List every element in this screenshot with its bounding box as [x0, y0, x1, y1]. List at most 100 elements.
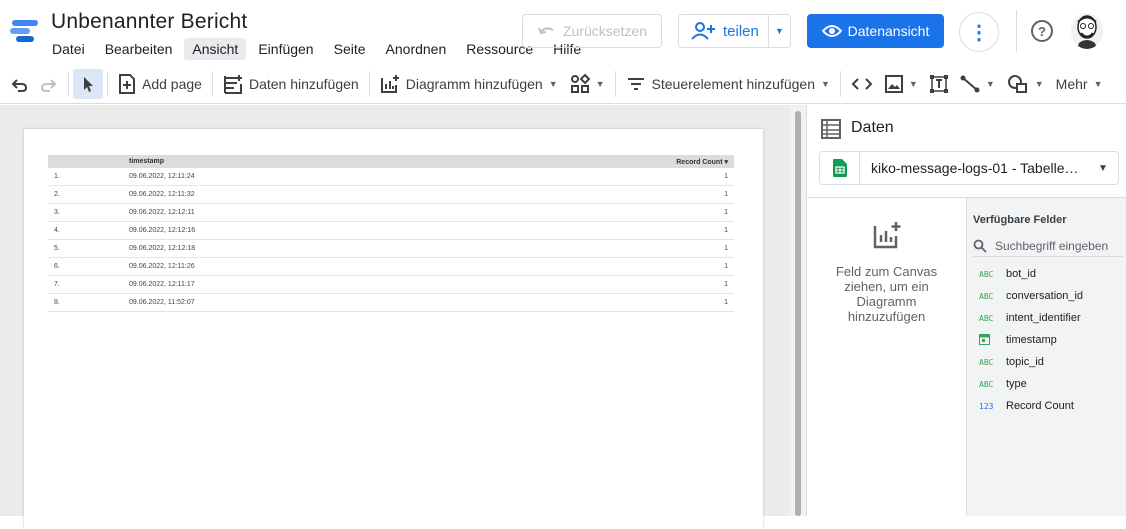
field-search-input[interactable]: Suchbegriff eingeben [995, 239, 1108, 253]
record-count-cell: 1 [724, 191, 728, 198]
undo-icon [11, 78, 28, 92]
sheets-icon [820, 152, 860, 184]
add-page-button[interactable]: Add page [112, 69, 208, 99]
table-chart[interactable]: timestamp Record Count ▾ 1. 09.06.2022, 1… [48, 155, 734, 312]
panel-title: Daten [851, 119, 894, 136]
help-icon[interactable]: ? [1031, 20, 1053, 42]
select-tool-button[interactable] [73, 68, 103, 99]
text-type-icon: ABC [979, 269, 994, 279]
record-count-cell: 1 [724, 227, 728, 234]
row-number: 6. [54, 263, 60, 270]
report-page[interactable]: timestamp Record Count ▾ 1. 09.06.2022, 1… [24, 129, 763, 529]
timestamp-cell: 09.06.2022, 12:12:11 [129, 209, 195, 216]
redo-icon [40, 78, 57, 92]
line-button[interactable]: ▼ [954, 69, 1001, 99]
menu-einfuegen[interactable]: Einfügen [250, 38, 321, 60]
field-name: intent_identifier [1006, 312, 1081, 324]
fields-heading: Verfügbare Felder [973, 214, 1067, 226]
add-control-button[interactable]: Steuerelement hinzufügen ▼ [620, 69, 836, 99]
shape-button[interactable]: ▼ [1001, 69, 1050, 99]
view-mode-button[interactable]: Datenansicht [807, 14, 944, 48]
canvas-scrollbar[interactable] [790, 105, 806, 516]
timestamp-cell: 09.06.2022, 12:12:18 [129, 245, 196, 252]
components-button[interactable]: ▼ [564, 69, 611, 99]
add-person-icon [691, 22, 715, 40]
add-chart-icon [873, 222, 900, 249]
record-count-cell: 1 [724, 245, 728, 252]
share-button[interactable]: teilen [679, 15, 769, 47]
report-canvas: timestamp Record Count ▾ 1. 09.06.2022, 1… [0, 105, 790, 529]
more-options-button[interactable]: ⋮ [959, 12, 999, 52]
menu-seite[interactable]: Seite [326, 38, 374, 60]
add-chart-button[interactable]: Diagramm hinzufügen ▼ [374, 69, 564, 99]
redo-button[interactable] [34, 69, 64, 99]
avatar[interactable] [1071, 13, 1103, 49]
add-data-label: Daten hinzufügen [248, 75, 359, 92]
field-item[interactable]: ABC topic_id [979, 351, 1124, 373]
record-count-column-header[interactable]: Record Count ▾ [654, 158, 734, 166]
menu-ansicht[interactable]: Ansicht [184, 38, 247, 60]
reset-label: Zurücksetzen [562, 23, 648, 39]
row-number: 8. [54, 299, 60, 306]
field-item[interactable]: 123 Record Count [979, 395, 1124, 417]
row-number: 7. [54, 281, 60, 288]
table-row: 6. 09.06.2022, 12:11:26 1 [48, 258, 734, 276]
add-data-button[interactable]: Daten hinzufügen [217, 69, 365, 99]
image-button[interactable]: ▼ [879, 69, 924, 99]
record-count-header-label: Record Count [676, 158, 723, 166]
timestamp-cell: 09.06.2022, 12:11:32 [129, 191, 195, 198]
timestamp-cell: 09.06.2022, 12:11:26 [129, 263, 195, 270]
report-title[interactable]: Unbenannter Bericht [51, 10, 247, 34]
add-chart-icon [380, 74, 399, 93]
pointer-icon [84, 76, 93, 92]
caret-down-icon: ▼ [595, 78, 605, 89]
scrollbar-thumb[interactable] [795, 111, 801, 516]
text-type-icon: ABC [979, 357, 994, 367]
edit-toolbar: Add page Daten hinzufügen Diagramm hinzu… [0, 64, 1126, 104]
text-type-icon: ABC [979, 313, 994, 323]
add-page-label: Add page [142, 75, 202, 92]
timestamp-column-header[interactable]: timestamp [129, 158, 654, 165]
toolbar-divider [68, 70, 69, 97]
embed-code-button[interactable] [845, 69, 879, 99]
record-count-cell: 1 [724, 173, 728, 180]
timestamp-cell: 09.06.2022, 12:11:17 [129, 281, 195, 288]
looker-studio-logo[interactable] [10, 16, 40, 46]
menu-datei[interactable]: Datei [44, 38, 93, 60]
field-search[interactable]: Suchbegriff eingeben [973, 235, 1123, 257]
field-item[interactable]: ABC bot_id [979, 263, 1124, 285]
more-tools-button[interactable]: Mehr ▼ [1050, 69, 1109, 99]
eye-icon [821, 25, 842, 37]
menu-anordnen[interactable]: Anordnen [378, 38, 455, 60]
chart-dropzone[interactable]: Feld zum Canvas ziehen, um ein Diagramm … [807, 198, 966, 516]
caret-down-icon: ▼ [1034, 78, 1044, 89]
share-button-group: teilen ▼ [678, 14, 791, 48]
table-header: timestamp Record Count ▾ [48, 155, 734, 168]
field-item[interactable]: ABC type [979, 373, 1124, 395]
add-chart-label: Diagramm hinzufügen [405, 75, 543, 92]
menu-bearbeiten[interactable]: Bearbeiten [97, 38, 181, 60]
row-number: 2. [54, 191, 60, 198]
add-data-icon [223, 74, 242, 94]
toolbar-divider [211, 70, 213, 97]
dropzone-hint: Feld zum Canvas ziehen, um ein Diagramm … [835, 264, 938, 324]
field-list: ABC bot_id ABC conversation_id ABC intent_i… [979, 263, 1124, 417]
text-type-icon: ABC [979, 379, 994, 389]
undo-button[interactable] [4, 69, 34, 99]
field-item[interactable]: timestamp [979, 329, 1124, 351]
data-panel: Daten kiko-message-logs-01 - Tabelle… ▼ … [806, 105, 1126, 516]
datasource-selector[interactable]: kiko-message-logs-01 - Tabelle… ▼ [819, 151, 1119, 185]
add-page-icon [119, 73, 135, 94]
line-icon [960, 75, 980, 92]
sort-desc-icon: ▾ [724, 158, 728, 166]
caret-down-icon: ▼ [1093, 78, 1103, 89]
field-item[interactable]: ABC intent_identifier [979, 307, 1124, 329]
text-box-button[interactable] [924, 69, 954, 99]
share-dropdown-button[interactable]: ▼ [769, 26, 790, 36]
field-name: Record Count [1006, 400, 1074, 412]
record-count-cell: 1 [724, 209, 728, 216]
reset-button[interactable]: Zurücksetzen [522, 14, 662, 48]
table-row: 3. 09.06.2022, 12:12:11 1 [48, 204, 734, 222]
field-name: timestamp [1006, 334, 1057, 346]
field-item[interactable]: ABC conversation_id [979, 285, 1124, 307]
